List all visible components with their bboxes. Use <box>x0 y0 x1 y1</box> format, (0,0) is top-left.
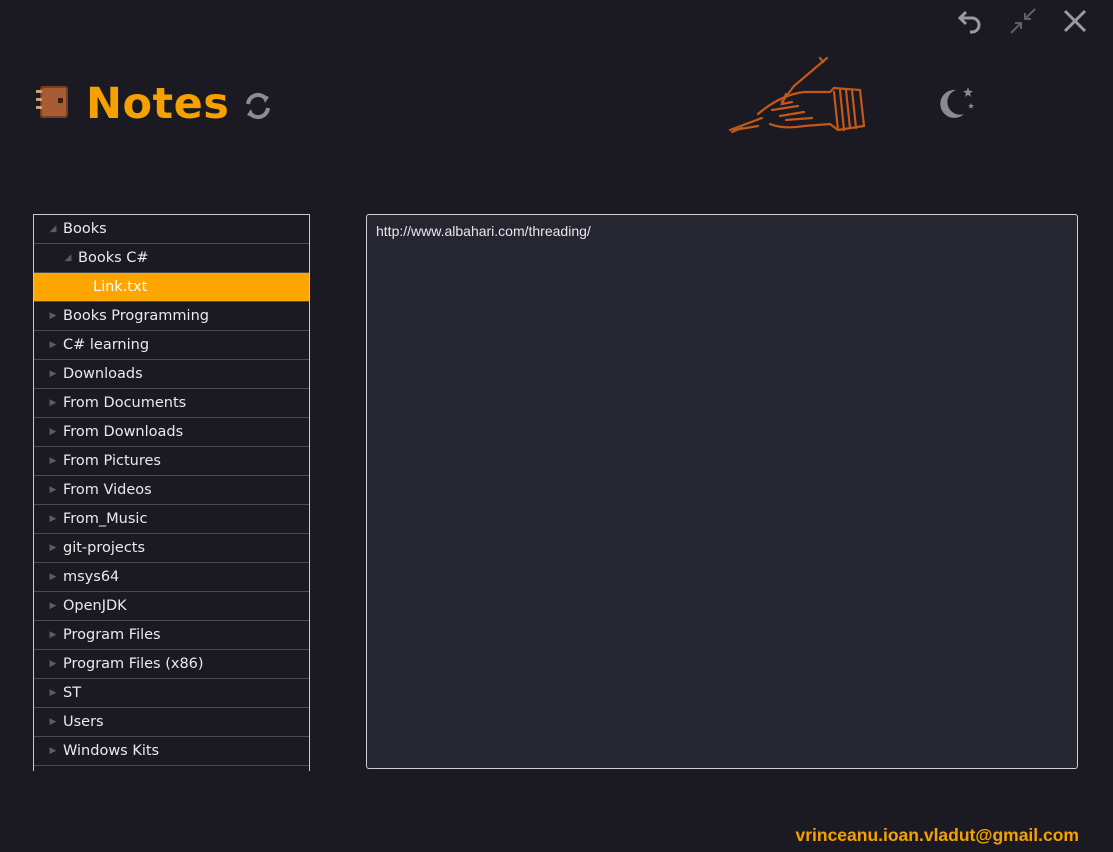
tree-item[interactable]: ◢ Books C# <box>34 244 309 273</box>
refresh-button[interactable] <box>240 88 276 124</box>
tree-item[interactable]: ▶ From Videos <box>34 476 309 505</box>
tree-item-label: Users <box>63 714 104 730</box>
tree-item[interactable]: ◢ Books <box>34 215 309 244</box>
author-email: vrinceanu.ioan.vladut@gmail.com <box>795 825 1079 845</box>
collapsed-arrow-icon[interactable]: ▶ <box>48 398 58 408</box>
tree-item-label: From Downloads <box>63 424 184 440</box>
tree-item[interactable]: ▶ C# learning <box>34 331 309 360</box>
tree-item-label: From_Music <box>63 511 148 527</box>
restore-icon <box>1010 8 1036 34</box>
collapsed-arrow-icon[interactable]: ▶ <box>48 514 58 524</box>
writing-hand-illustration <box>722 54 872 144</box>
tree-item-label: Books C# <box>78 250 149 266</box>
tree-item-label: ST <box>63 685 82 701</box>
collapsed-arrow-icon[interactable]: ▶ <box>48 369 58 379</box>
tree-item[interactable]: ▶ Program Files (x86) <box>34 650 309 679</box>
moon-stars-icon <box>940 87 974 118</box>
tree-item-label: From Pictures <box>63 453 161 469</box>
collapsed-arrow-icon[interactable]: ▶ <box>48 485 58 495</box>
collapsed-arrow-icon[interactable]: ▶ <box>48 427 58 437</box>
tree-item-label: Windows Kits <box>63 743 160 759</box>
tree-item[interactable]: ▶ From Pictures <box>34 447 309 476</box>
tree-item-label: Program Files <box>63 627 161 643</box>
tree-item-label: Books Programming <box>63 308 209 324</box>
tree-item[interactable]: ▶ From_Music <box>34 505 309 534</box>
close-button[interactable] <box>1059 6 1091 36</box>
expanded-arrow-icon[interactable]: ◢ <box>63 253 73 263</box>
tree-item-label: OpenJDK <box>63 598 127 614</box>
restore-button[interactable] <box>1007 6 1039 36</box>
undo-icon <box>957 10 981 34</box>
collapsed-arrow-icon[interactable]: ▶ <box>48 601 58 611</box>
tree-item-label: From Documents <box>63 395 187 411</box>
collapsed-arrow-icon[interactable]: ▶ <box>48 311 58 321</box>
collapsed-arrow-icon[interactable]: ▶ <box>48 340 58 350</box>
tree-item[interactable]: Link.txt <box>34 273 309 302</box>
collapsed-arrow-icon[interactable]: ▶ <box>48 456 58 466</box>
window-controls <box>955 6 1091 36</box>
note-content[interactable]: http://www.albahari.com/threading/ <box>376 223 591 239</box>
note-editor[interactable]: http://www.albahari.com/threading/ <box>366 214 1078 769</box>
expanded-arrow-icon[interactable]: ◢ <box>48 224 58 234</box>
undo-button[interactable] <box>955 6 987 36</box>
collapsed-arrow-icon[interactable]: ▶ <box>48 717 58 727</box>
tree-item-label: git-projects <box>63 540 146 556</box>
collapsed-arrow-icon[interactable]: ▶ <box>48 746 58 756</box>
tree-item[interactable]: ▶ Program Files <box>34 621 309 650</box>
tree-item[interactable]: ▶ msys64 <box>34 563 309 592</box>
close-icon <box>1063 9 1087 33</box>
collapsed-arrow-icon[interactable]: ▶ <box>48 543 58 553</box>
app-title: Notes <box>86 79 230 129</box>
collapsed-arrow-icon[interactable]: ▶ <box>48 572 58 582</box>
tree-item-label: Link.txt <box>93 279 148 295</box>
collapsed-arrow-icon[interactable]: ▶ <box>48 688 58 698</box>
tree-item-label: From Videos <box>63 482 152 498</box>
tree-item[interactable]: ▶ OpenJDK <box>34 592 309 621</box>
tree-item[interactable]: ▶ Windows Kits <box>34 737 309 766</box>
tree-item[interactable]: ▶ Downloads <box>34 360 309 389</box>
collapsed-arrow-icon[interactable]: ▶ <box>48 659 58 669</box>
tree-item[interactable]: ▶ Users <box>34 708 309 737</box>
tree-item[interactable]: ▶ git-projects <box>34 534 309 563</box>
tree-item[interactable]: ▶ From Documents <box>34 389 309 418</box>
tree-item-label: Program Files (x86) <box>63 656 204 672</box>
collapsed-arrow-icon[interactable]: ▶ <box>48 630 58 640</box>
theme-toggle-button[interactable] <box>934 84 978 124</box>
refresh-icon <box>246 92 270 120</box>
notebook-icon <box>34 84 72 120</box>
tree-item[interactable]: ▶ From Downloads <box>34 418 309 447</box>
tree-item-label: C# learning <box>63 337 150 353</box>
folder-tree[interactable]: ◢ Books ◢ Books C# Link.txt ▶ Books Programmin… <box>33 214 310 771</box>
tree-item-label: Books <box>63 221 107 237</box>
tree-item[interactable]: ▶ Books Programming <box>34 302 309 331</box>
tree-item-label: Downloads <box>63 366 143 382</box>
tree-item-label: msys64 <box>63 569 120 585</box>
tree-item[interactable]: ▶ ST <box>34 679 309 708</box>
